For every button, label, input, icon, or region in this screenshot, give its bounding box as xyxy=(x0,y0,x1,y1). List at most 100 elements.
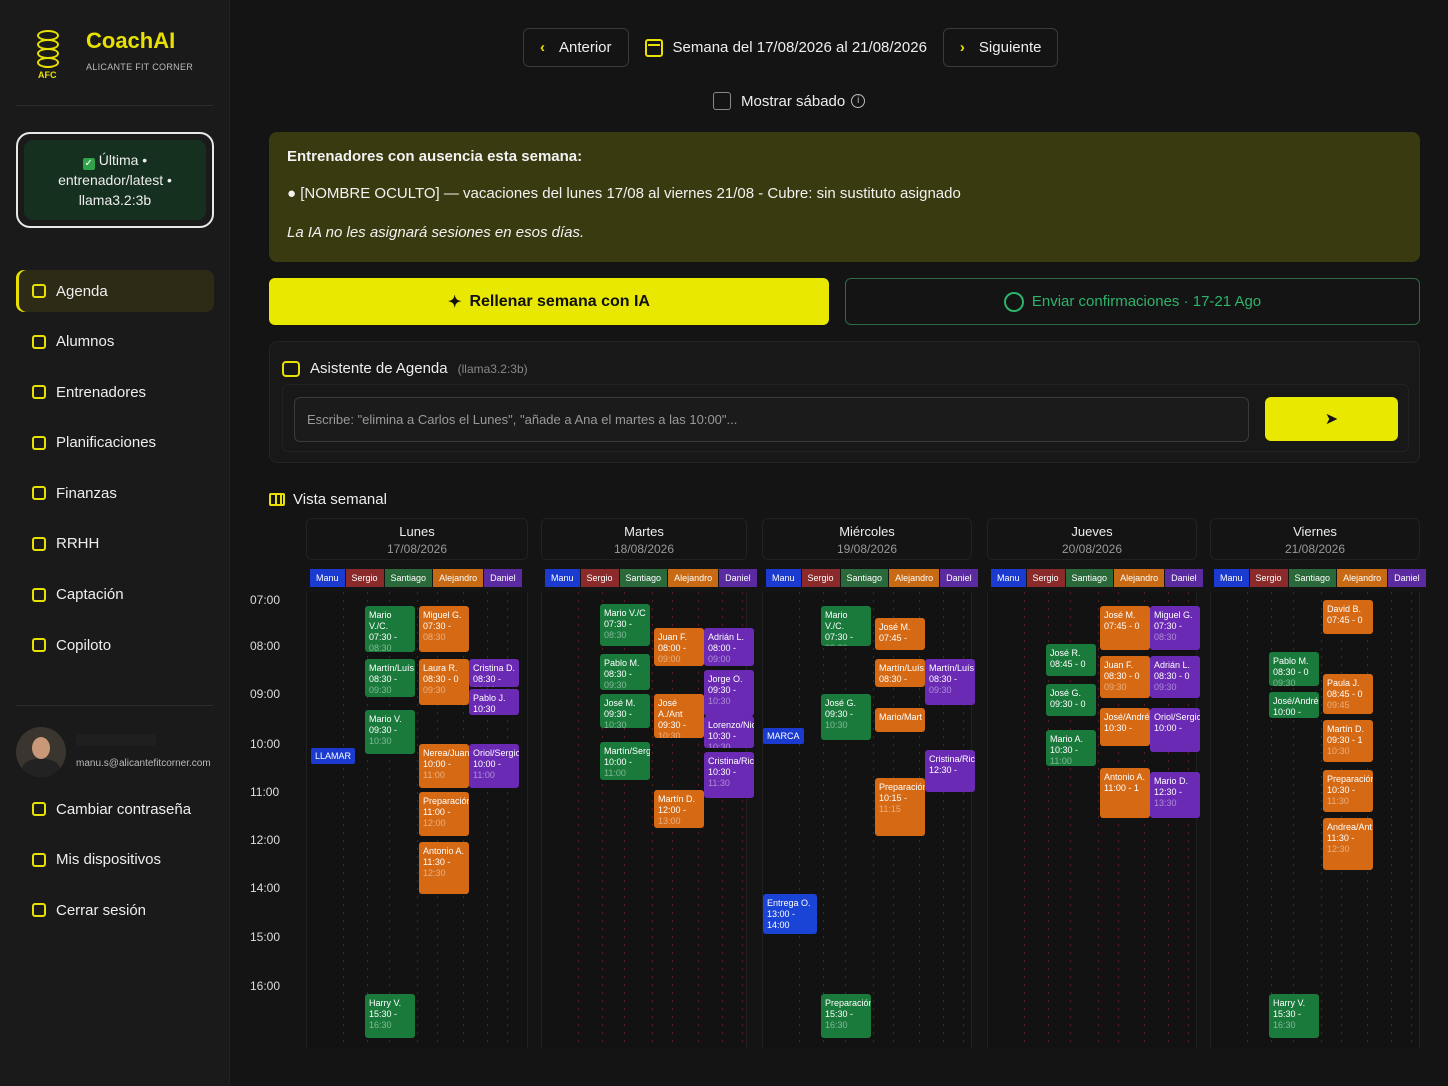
session-block[interactable]: Martín/Luís 08:30 - xyxy=(875,659,925,687)
next-week-button[interactable]: › Siguiente xyxy=(942,28,1059,67)
session-block[interactable]: Cristina D.08:30 -09:30 xyxy=(469,659,519,687)
session-block[interactable]: José M. 09:30 -10:30 xyxy=(600,694,650,728)
nav-item-copiloto[interactable]: sparkle-icon Copiloto xyxy=(16,624,214,666)
coach-chip[interactable]: Santiago xyxy=(1065,569,1114,587)
session-block[interactable]: Oriol/Sergio 10:00 -11:00 xyxy=(469,744,519,788)
action-tag[interactable]: LLAMAR xyxy=(311,748,356,764)
session-block[interactable]: José M. 07:45 - 0 xyxy=(1100,606,1150,650)
session-block[interactable]: José/Andrés 10:30 - xyxy=(1100,708,1150,746)
session-block[interactable]: Mario V. 09:30 -10:30 xyxy=(365,710,415,754)
day-grid[interactable]: Mario V./C.07:30 -08:30José M.07:45 -Mar… xyxy=(762,592,975,1048)
session-block[interactable]: Mario V./C 07:30 -08:30 xyxy=(600,604,650,646)
nav-item-alumnos[interactable]: users-icon Alumnos xyxy=(16,321,214,363)
coach-chip[interactable]: Alejandro xyxy=(1114,569,1165,587)
session-block[interactable]: Adrián L. 08:30 - 0 09:30 xyxy=(1150,656,1200,698)
brand-logo[interactable]: AFC CoachAI ALICANTE FIT CORNER xyxy=(32,28,193,82)
session-block[interactable]: Preparación 11:00 -12:00 xyxy=(419,792,469,836)
nav-item-planificaciones[interactable]: clipboard-icon Planificaciones xyxy=(16,422,214,464)
delivery-block[interactable]: Entrega O. 13:00 - 14:00 xyxy=(763,894,817,934)
coach-chip[interactable]: Sergio xyxy=(345,569,384,587)
coach-chip[interactable]: Alejandro xyxy=(668,569,719,587)
session-block[interactable]: Adrián L. 08:00 -09:00 xyxy=(704,628,754,666)
session-block[interactable]: Harry V. 15:30 -16:30 xyxy=(1269,994,1319,1038)
session-block[interactable]: Juan F. 08:00 -09:00 xyxy=(654,628,704,666)
session-block[interactable]: Laura R. 08:30 - 0 09:30 xyxy=(419,659,469,705)
session-block[interactable]: Antonio A. 11:00 - 1 xyxy=(1100,768,1150,818)
session-block[interactable]: Antonio A. 11:30 -12:30 xyxy=(419,842,469,894)
session-block[interactable]: José A./Ant 09:30 -10:30 xyxy=(654,694,704,738)
nav-item-cambiarcontrasea[interactable]: key-icon Cambiar contraseña xyxy=(16,788,214,830)
session-block[interactable]: Miguel G. 07:30 -08:30 xyxy=(419,606,469,652)
nav-item-cerrarsesin[interactable]: logout-icon Cerrar sesión xyxy=(16,889,214,931)
assistant-send-button[interactable]: ➤ xyxy=(1265,397,1398,441)
coach-chip[interactable]: Sergio xyxy=(1249,569,1288,587)
coach-chip[interactable]: Manu xyxy=(545,569,580,587)
coach-chip[interactable]: Manu xyxy=(766,569,801,587)
session-block[interactable]: Preparación 10:30 -11:30 xyxy=(1323,770,1373,812)
session-block[interactable]: Miguel G. 07:30 -08:30 xyxy=(1150,606,1200,650)
session-block[interactable]: Pablo J. 10:30 xyxy=(469,689,519,715)
day-header[interactable]: Martes 18/08/2026 xyxy=(541,518,747,560)
session-block[interactable]: José M. 07:45 - xyxy=(875,618,925,650)
coach-chip[interactable]: Manu xyxy=(310,569,345,587)
coach-chip[interactable]: Daniel xyxy=(1388,569,1426,587)
session-block[interactable]: Martín/Sergio10:00 -11:00 xyxy=(600,742,650,780)
nav-item-finanzas[interactable]: finance-icon Finanzas xyxy=(16,472,214,514)
session-block[interactable]: Juan F. 08:30 - 0 09:30 xyxy=(1100,656,1150,698)
coach-chip[interactable]: Daniel xyxy=(484,569,522,587)
send-confirmations-button[interactable]: Enviar confirmaciones · 17-21 Ago xyxy=(845,278,1420,325)
session-block[interactable]: Harry V. 15:30 -16:30 xyxy=(365,994,415,1038)
show-saturday-toggle[interactable]: Mostrar sábado i xyxy=(713,92,866,110)
coach-chip[interactable]: Manu xyxy=(1214,569,1249,587)
session-block[interactable]: Nerea/Juan 10:00 -11:00 xyxy=(419,744,469,788)
session-block[interactable]: Mario A. 10:30 -11:00 xyxy=(1046,730,1096,766)
nav-item-misdispositivos[interactable]: phone-icon Mis dispositivos xyxy=(16,839,214,881)
session-block[interactable]: Martín/Luís 08:30 -09:30 xyxy=(925,659,975,705)
session-block[interactable]: Mario D. 12:30 -13:30 xyxy=(1150,772,1200,818)
session-block[interactable]: Oriol/Sergio 10:00 - xyxy=(1150,708,1200,752)
coach-chip[interactable]: Sergio xyxy=(580,569,619,587)
coach-chip[interactable]: Alejandro xyxy=(889,569,940,587)
session-block[interactable]: Preparación 10:15 -11:15 xyxy=(875,778,925,836)
session-block[interactable]: José R. 08:45 - 0 xyxy=(1046,644,1096,676)
show-saturday-checkbox[interactable] xyxy=(713,92,731,110)
coach-chip[interactable]: Santiago xyxy=(1288,569,1337,587)
day-header[interactable]: Lunes 17/08/2026 xyxy=(306,518,528,560)
nav-item-rrhh[interactable]: briefcase-icon RRHH xyxy=(16,523,214,565)
session-block[interactable]: Lorenzo/Nic 10:30 -10:30 xyxy=(704,716,754,748)
session-block[interactable]: Preparación 15:30 -16:30 xyxy=(821,994,871,1038)
day-grid[interactable]: Mario V./C 07:30 -08:30 Juan F. 08:00 -09:0… xyxy=(541,592,754,1048)
session-block[interactable]: Martín D. 12:00 -13:00 xyxy=(654,790,704,828)
day-header[interactable]: Jueves 20/08/2026 xyxy=(987,518,1197,560)
coach-chip[interactable]: Daniel xyxy=(1165,569,1203,587)
session-block[interactable]: Cristina/Ric 12:30 - xyxy=(925,750,975,792)
user-profile[interactable]: manu.s@alicantefitcorner.com xyxy=(16,724,226,780)
fill-week-ai-button[interactable]: ✦ Rellenar semana con IA xyxy=(269,278,829,325)
coach-chip[interactable]: Santiago xyxy=(619,569,668,587)
day-grid[interactable]: David B. 07:45 - 0 Pablo M. 08:30 - 0 09:30 P… xyxy=(1210,592,1420,1048)
day-grid[interactable]: Mario V./C. 07:30 -08:30 Miguel G. 07:30 -0… xyxy=(306,592,528,1048)
session-block[interactable]: Cristina/Ric 10:30 -11:30 xyxy=(704,752,754,798)
session-block[interactable]: José G. 09:30 - 0 xyxy=(1046,684,1096,716)
session-block[interactable]: Pablo M. 08:30 -09:30 xyxy=(600,654,650,690)
day-grid[interactable]: José R. 08:45 - 0 José M. 07:45 - 0 Miguel G… xyxy=(987,592,1200,1048)
info-icon[interactable]: i xyxy=(851,94,866,108)
session-block[interactable]: Jorge O. 09:30 -10:30 xyxy=(704,670,754,716)
session-block[interactable]: Martín/Luís 08:30 -09:30 xyxy=(365,659,415,697)
session-block[interactable]: Pablo M. 08:30 - 0 09:30 xyxy=(1269,652,1319,686)
session-block[interactable]: Mario/Mart xyxy=(875,708,925,732)
session-block[interactable]: Mario V./C.07:30 -08:30 xyxy=(821,606,871,646)
coach-chip[interactable]: Santiago xyxy=(840,569,889,587)
session-block[interactable]: Martín D. 09:30 - 1 10:30 xyxy=(1323,720,1373,762)
assistant-input[interactable]: Escribe: "elimina a Carlos el Lunes", "a… xyxy=(294,397,1249,442)
coach-chip[interactable]: Santiago xyxy=(384,569,433,587)
action-tag[interactable]: MARCA xyxy=(763,728,804,744)
session-block[interactable]: David B. 07:45 - 0 xyxy=(1323,600,1373,634)
session-block[interactable]: José G. 09:30 -10:30 xyxy=(821,694,871,740)
coach-chip[interactable]: Daniel xyxy=(940,569,978,587)
session-block[interactable]: Mario V./C.07:30 -08:30 xyxy=(365,606,415,652)
nav-item-entrenadores[interactable]: trainer-icon Entrenadores xyxy=(16,371,214,413)
session-block[interactable]: Andrea/Ant 11:30 -12:30 xyxy=(1323,818,1373,870)
coach-chip[interactable]: Sergio xyxy=(1026,569,1065,587)
session-block[interactable]: José/Andrés10:00 -11:00 xyxy=(1269,692,1319,718)
